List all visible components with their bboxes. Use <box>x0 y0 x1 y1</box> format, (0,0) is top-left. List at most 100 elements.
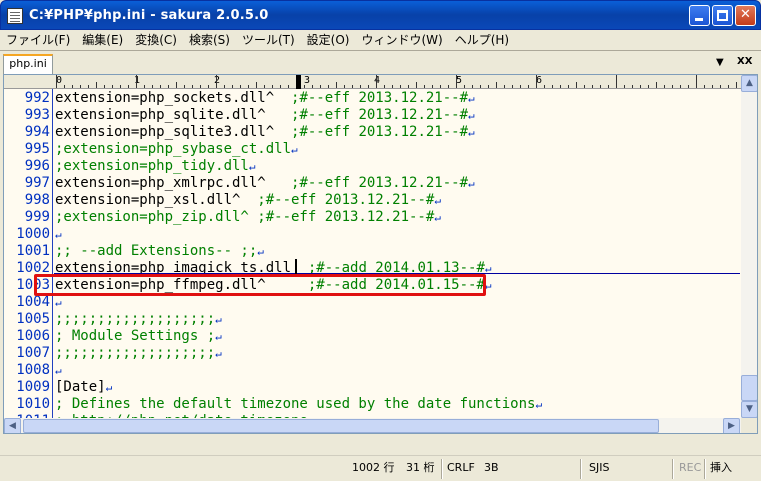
line-number: 1008 <box>16 362 50 378</box>
status-column: 31 桁 <box>406 461 435 474</box>
ruler-tick <box>144 85 145 88</box>
line-number: 993 <box>24 107 50 123</box>
code-line[interactable]: ;;;;;;;;;;;;;;;;;;;↵ <box>55 345 222 362</box>
window-title: C:¥PHP¥php.ini - sakura 2.0.5.0 <box>29 8 269 23</box>
close-button[interactable]: ✕ <box>735 5 756 26</box>
code-line[interactable]: extension=php_xsl.dll^ ;#--eff 2013.12.2… <box>55 192 441 209</box>
menu-tools[interactable]: ツール(T) <box>242 31 295 48</box>
text-cursor <box>295 259 297 274</box>
status-insert-mode[interactable]: 挿入 <box>710 460 732 478</box>
eol-mark: ↵ <box>434 194 441 207</box>
code-comment-segment: ;#--eff 2013.12.21--# <box>291 124 469 140</box>
ruler-tick <box>264 85 265 88</box>
status-bar: 1002 行 31 桁 CRLF 3B SJIS REC 挿入 <box>0 455 761 481</box>
ruler-tick <box>568 85 569 88</box>
menu-convert[interactable]: 変換(C) <box>135 31 177 48</box>
ruler-tick <box>392 85 393 88</box>
code-line[interactable]: ↵ <box>55 226 62 243</box>
ruler-tick <box>240 85 241 88</box>
ruler-tick <box>440 85 441 88</box>
menu-search[interactable]: 検索(S) <box>189 31 230 48</box>
ruler-tick <box>352 85 353 88</box>
code-line[interactable]: ;; --add Extensions-- ;;↵ <box>55 243 264 260</box>
line-number: 996 <box>24 158 50 174</box>
editor-area[interactable]: 0 1 2 3 4 5 6 992 993 994 995 996 997 998 999 10… <box>3 74 758 434</box>
ruler-tick <box>600 85 601 88</box>
ruler-tick <box>304 85 305 88</box>
column-ruler: 0 1 2 3 4 5 6 <box>4 75 741 89</box>
menu-file[interactable]: ファイル(F) <box>6 31 70 48</box>
code-line[interactable]: extension=php_xmlrpc.dll^ ;#--eff 2013.1… <box>55 175 475 192</box>
minimize-button[interactable] <box>689 5 710 26</box>
code-line[interactable]: extension=php_sqlite.dll^ ;#--eff 2013.1… <box>55 107 475 124</box>
eol-mark: ↵ <box>55 296 62 309</box>
status-char-code: 3B <box>484 461 499 474</box>
menu-settings[interactable]: 設定(O) <box>307 31 350 48</box>
ruler-tick <box>336 82 337 88</box>
line-number: 992 <box>24 90 50 106</box>
line-number-gutter: 992 993 994 995 996 997 998 999 1000 1001 1002 1003… <box>4 89 53 433</box>
eol-mark: ↵ <box>55 364 62 377</box>
code-line[interactable]: ↵ <box>55 294 62 311</box>
ruler-tick <box>616 75 617 88</box>
horizontal-scrollbar[interactable]: ◀ ▶ <box>4 418 741 433</box>
code-line[interactable]: ;;;;;;;;;;;;;;;;;;;↵ <box>55 311 222 328</box>
code-line[interactable]: [Date]↵ <box>55 379 112 396</box>
ruler-tick <box>256 82 257 88</box>
ruler-tick <box>72 85 73 88</box>
ruler-tick <box>480 85 481 88</box>
code-comment-segment: ;#--eff 2013.12.21--# <box>291 90 469 106</box>
ruler-tick <box>408 85 409 88</box>
code-line[interactable]: extension=php_sqlite3.dll^ ;#--eff 2013.… <box>55 124 475 141</box>
menu-edit[interactable]: 編集(E) <box>82 31 123 48</box>
eol-mark: ↵ <box>291 143 298 156</box>
eol-mark: ↵ <box>55 228 62 241</box>
code-line[interactable]: ;extension=php_zip.dll^ ;#--eff 2013.12.… <box>55 209 441 226</box>
menu-help[interactable]: ヘルプ(H) <box>455 31 509 48</box>
scroll-left-button[interactable]: ◀ <box>4 418 21 433</box>
ruler-tick <box>432 85 433 88</box>
code-line[interactable]: extension=php_sockets.dll^ ;#--eff 2013.… <box>55 90 475 107</box>
code-line[interactable]: ; Defines the default timezone used by t… <box>55 396 542 413</box>
ruler-tick <box>656 82 657 88</box>
status-encoding: SJIS <box>589 461 610 474</box>
status-line: 1002 行 <box>352 461 395 474</box>
eol-mark: ↵ <box>434 211 441 224</box>
menu-window[interactable]: ウィンドウ(W) <box>361 31 442 48</box>
code-text-segment: extension=php_sqlite.dll^ <box>55 107 292 123</box>
vertical-scrollbar[interactable]: ▲ ▼ <box>741 75 757 418</box>
ruler-tick <box>200 85 201 88</box>
tab-list-button[interactable]: ▼ <box>716 57 724 68</box>
ruler-tick <box>80 85 81 88</box>
ruler-tick <box>192 85 193 88</box>
ruler-tick <box>512 85 513 88</box>
tab-bar: php.ini ▼ XX <box>0 50 761 75</box>
ruler-tick <box>712 85 713 88</box>
ruler-tick <box>120 85 121 88</box>
line-number: 1000 <box>16 226 50 242</box>
code-line[interactable]: ↵ <box>55 362 62 379</box>
ruler-tick <box>472 85 473 88</box>
tab-close-button[interactable]: XX <box>737 56 752 67</box>
tab-php-ini[interactable]: php.ini <box>3 54 53 75</box>
eol-mark: ↵ <box>248 160 256 173</box>
ruler-label: 4 <box>374 75 381 86</box>
document-icon <box>7 8 23 24</box>
scroll-up-button[interactable]: ▲ <box>741 75 757 92</box>
eol-mark: ↵ <box>215 330 222 343</box>
ruler-tick <box>448 85 449 88</box>
vertical-scroll-thumb[interactable] <box>741 375 757 401</box>
code-line[interactable]: ; Module Settings ;↵ <box>55 328 222 345</box>
scroll-down-button[interactable]: ▼ <box>741 401 757 418</box>
code-line[interactable]: ;extension=php_tidy.dll↵ <box>55 158 256 175</box>
scroll-right-button[interactable]: ▶ <box>723 418 740 433</box>
code-comment-segment: ; Defines the default timezone used by t… <box>55 396 536 412</box>
ruler-tick <box>328 85 329 88</box>
code-text[interactable]: extension=php_sockets.dll^ ;#--eff 2013.… <box>53 89 741 433</box>
ruler-tick <box>176 82 177 88</box>
horizontal-scroll-thumb[interactable] <box>23 419 659 433</box>
maximize-button[interactable] <box>712 5 733 26</box>
code-line[interactable]: ;extension=php_sybase_ct.dll↵ <box>55 141 298 158</box>
ruler-tick <box>504 85 505 88</box>
line-number: 1009 <box>16 379 50 395</box>
